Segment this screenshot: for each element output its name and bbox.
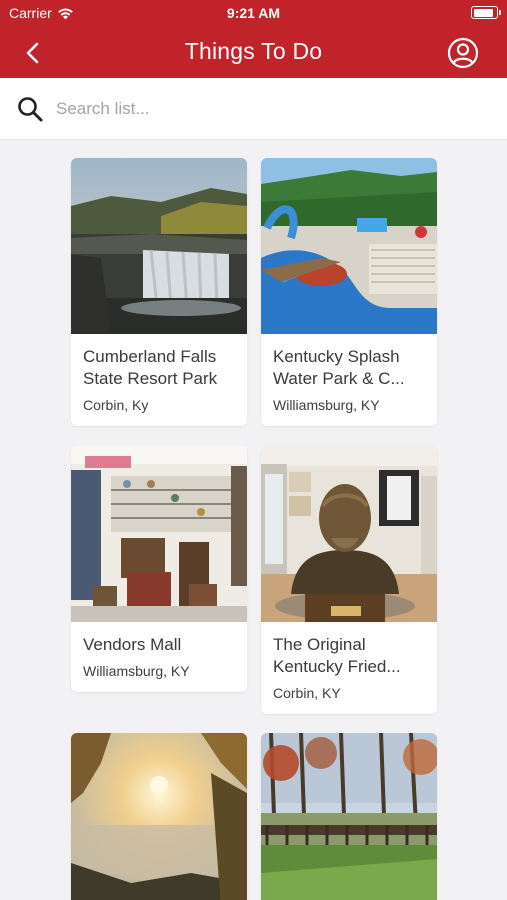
card-photo-waterfall — [71, 158, 247, 334]
nav-bar: Things To Do — [0, 26, 507, 78]
profile-button[interactable] — [447, 37, 479, 69]
attraction-card[interactable] — [71, 733, 247, 900]
card-text: Vendors Mall Williamsburg, KY — [71, 622, 247, 692]
card-title: Cumberland Falls State Resort Park — [83, 347, 218, 388]
card-location: Williamsburg, KY — [83, 663, 190, 679]
status-bar: Carrier 9:21 AM — [0, 0, 507, 26]
battery-icon — [471, 6, 501, 19]
search-input[interactable] — [56, 95, 476, 123]
card-title: The Original Kentucky Fried... — [273, 635, 401, 676]
card-text: Kentucky Splash Water Park & C... Willia… — [261, 334, 437, 426]
card-title: Kentucky Splash Water Park & C... — [273, 347, 405, 388]
search-icon — [18, 97, 43, 122]
battery-level-fill — [473, 8, 494, 17]
app-screen: Carrier 9:21 AM Things To Do Search list… — [0, 0, 507, 900]
page-title: Things To Do — [184, 38, 323, 64]
card-photo-antique-shop — [71, 446, 247, 622]
status-time: 9:21 AM — [226, 5, 281, 21]
attraction-card[interactable]: Vendors Mall Williamsburg, KY — [71, 446, 247, 692]
card-text: The Original Kentucky Fried... Corbin, K… — [261, 622, 437, 714]
attraction-card[interactable]: The Original Kentucky Fried... Corbin, K… — [261, 446, 437, 714]
card-location: Corbin, Ky — [83, 397, 149, 413]
header: Carrier 9:21 AM Things To Do — [0, 0, 507, 78]
attraction-card[interactable] — [261, 733, 437, 900]
card-photo-park-bridge — [261, 733, 437, 900]
card-text: Cumberland Falls State Resort Park Corbi… — [71, 334, 247, 426]
attraction-card[interactable]: Cumberland Falls State Resort Park Corbi… — [71, 158, 247, 426]
card-photo-sunrise-overlook — [71, 733, 247, 900]
user-profile-icon — [447, 37, 479, 69]
attraction-card[interactable]: Kentucky Splash Water Park & C... Willia… — [261, 158, 437, 426]
card-photo-water-park — [261, 158, 437, 334]
card-location: Williamsburg, KY — [273, 397, 380, 413]
search-bar — [0, 78, 507, 140]
card-title: Vendors Mall — [83, 635, 182, 654]
card-photo-museum-bust — [261, 446, 437, 622]
card-location: Corbin, KY — [273, 685, 341, 701]
